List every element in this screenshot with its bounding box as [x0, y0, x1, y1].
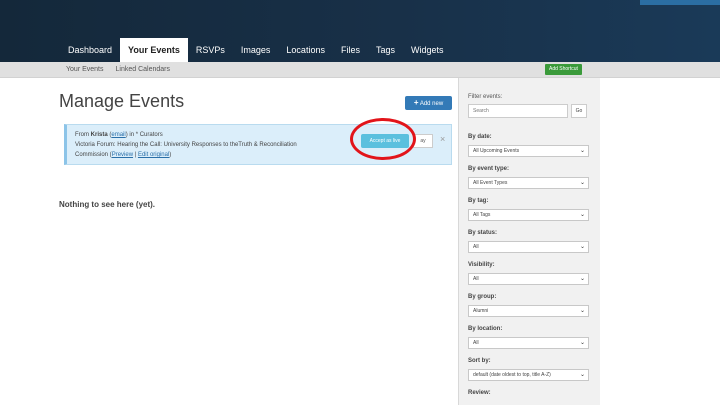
email-link[interactable]: email: [111, 132, 125, 138]
filter-label-review: Review:: [468, 390, 491, 396]
header-accent: [640, 0, 720, 5]
event-title-cont: Commission (Preview | Edit original): [75, 152, 172, 158]
event-type-select[interactable]: All Event Types ⌄: [468, 177, 589, 189]
tab-files[interactable]: Files: [333, 38, 368, 62]
filter-label-group: By group:: [468, 294, 497, 300]
search-input[interactable]: [468, 104, 568, 118]
page-title: Manage Events: [59, 91, 185, 111]
invitation-sender: From Krista (email) in * Curators: [75, 132, 163, 138]
location-select[interactable]: All ⌄: [468, 337, 589, 349]
highlight-annotation: [350, 118, 416, 160]
filter-label-tag: By tag:: [468, 198, 489, 204]
chevron-down-icon: ⌄: [579, 212, 585, 218]
visibility-select[interactable]: All ⌄: [468, 273, 589, 285]
tab-widgets[interactable]: Widgets: [403, 38, 452, 62]
add-new-label: Add new: [419, 101, 444, 107]
chevron-down-icon: ⌄: [579, 180, 585, 186]
event-type-value: All Event Types: [473, 180, 508, 186]
tag-value: All Tags: [473, 212, 491, 218]
chevron-down-icon: ⌄: [579, 148, 585, 154]
empty-state-message: Nothing to see here (yet).: [59, 200, 156, 209]
sender-name: Krista: [90, 132, 108, 138]
top-header: Dashboard Your Events RSVPs Images Locat…: [0, 0, 720, 62]
tab-images[interactable]: Images: [233, 38, 279, 62]
chevron-down-icon: ⌄: [579, 372, 585, 378]
group-value: Alumni: [473, 308, 489, 314]
from-prefix: From: [75, 132, 91, 138]
close-icon[interactable]: ×: [440, 134, 445, 144]
tag-select[interactable]: All Tags ⌄: [468, 209, 589, 221]
add-new-button[interactable]: + Add new: [405, 96, 452, 110]
subtab-your-events[interactable]: Your Events: [60, 62, 110, 78]
go-button[interactable]: Go: [571, 104, 587, 118]
filter-label-visibility: Visibility:: [468, 262, 495, 268]
tab-your-events[interactable]: Your Events: [120, 38, 188, 62]
location-value: All: [473, 340, 479, 346]
tab-dashboard[interactable]: Dashboard: [60, 38, 120, 62]
filter-label-status: By status:: [468, 230, 498, 236]
chevron-down-icon: ⌄: [579, 244, 585, 250]
sort-value: default (date oldest to top, title A-Z): [473, 372, 551, 378]
subtab-linked-calendars[interactable]: Linked Calendars: [110, 62, 176, 78]
plus-icon: +: [413, 98, 419, 107]
status-select[interactable]: All ⌄: [468, 241, 589, 253]
reject-button[interactable]: ay: [413, 134, 433, 148]
main-nav: Dashboard Your Events RSVPs Images Locat…: [60, 38, 452, 62]
sub-nav-bar: Your Events Linked Calendars Add Shortcu…: [0, 62, 720, 78]
filter-title: Filter events:: [468, 94, 503, 100]
filter-label-sort: Sort by:: [468, 358, 491, 364]
preview-link[interactable]: Preview: [112, 152, 133, 158]
add-shortcut-button[interactable]: Add Shortcut: [545, 64, 582, 75]
tab-rsvps[interactable]: RSVPs: [188, 38, 233, 62]
tab-tags[interactable]: Tags: [368, 38, 403, 62]
chevron-down-icon: ⌄: [579, 308, 585, 314]
date-value: All Upcoming Events: [473, 148, 520, 154]
chevron-down-icon: ⌄: [579, 276, 585, 282]
event-title: Victoria Forum: Hearing the Call: Univer…: [75, 142, 297, 148]
tab-locations[interactable]: Locations: [278, 38, 333, 62]
group-text: in * Curators: [127, 132, 163, 138]
edit-original-link[interactable]: Edit original: [138, 152, 169, 158]
visibility-value: All: [473, 276, 479, 282]
filter-label-date: By date:: [468, 134, 492, 140]
filter-label-event-type: By event type:: [468, 166, 510, 172]
event-title-end: Commission: [75, 152, 109, 158]
status-value: All: [473, 244, 479, 250]
date-select[interactable]: All Upcoming Events ⌄: [468, 145, 589, 157]
chevron-down-icon: ⌄: [579, 340, 585, 346]
filter-sidebar: Filter events: Go By date: All Upcoming …: [458, 78, 600, 405]
sub-nav: Your Events Linked Calendars: [60, 62, 176, 78]
group-select[interactable]: Alumni ⌄: [468, 305, 589, 317]
sort-select[interactable]: default (date oldest to top, title A-Z) ⌄: [468, 369, 589, 381]
filter-label-location: By location:: [468, 326, 503, 332]
